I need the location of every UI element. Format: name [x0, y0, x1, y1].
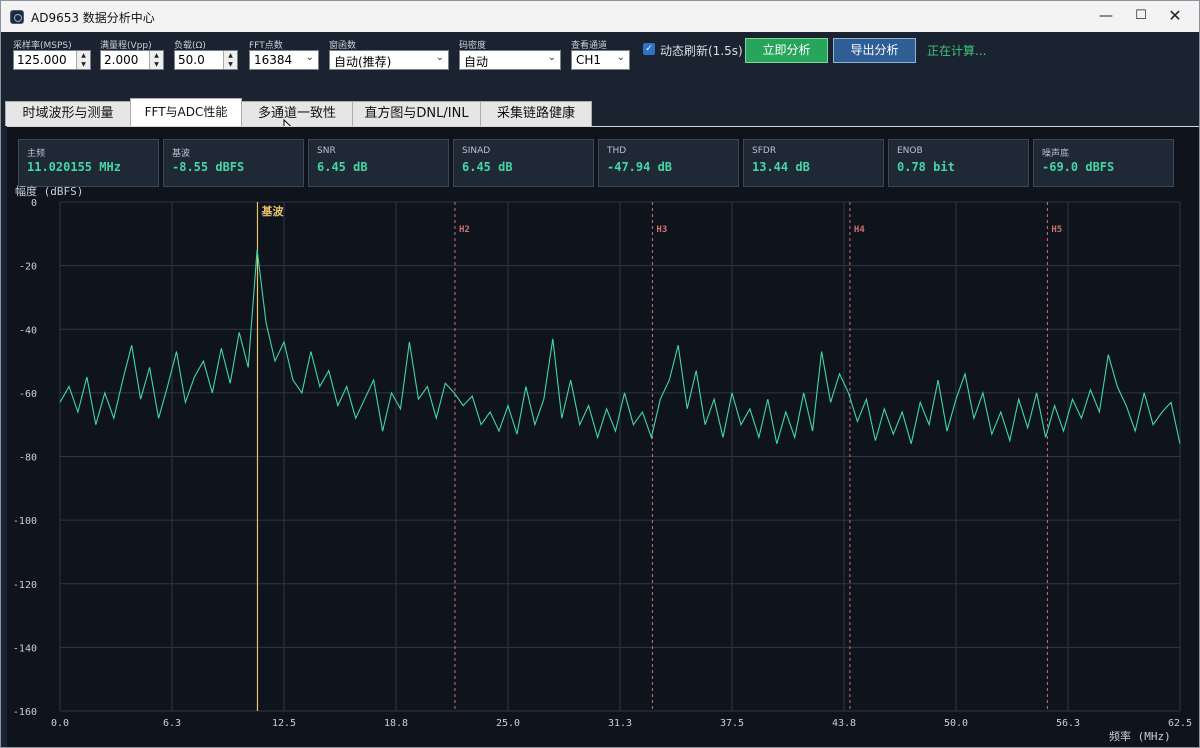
x-tick-label: 31.3 — [608, 718, 632, 729]
metric-card: 噪声底 -69.0 dBFS — [1033, 139, 1174, 187]
x-tick-label: 25.0 — [496, 718, 520, 729]
metric-card: THD -47.94 dB — [598, 139, 739, 187]
spectrum-chart: 0.0 6.3 12.5 18.8 25.0 31.3 37.5 43.8 50.0 56.3 62… — [7, 183, 1199, 747]
metric-card: ENOB 0.78 bit — [888, 139, 1029, 187]
harmonic-label: H5 — [1051, 225, 1062, 235]
metric-value: -47.94 dB — [607, 160, 673, 174]
spin-arrows-icon[interactable]: ▲ ▼ — [149, 51, 163, 69]
metric-label: SFDR — [752, 146, 777, 156]
y-tick-label: -20 — [19, 262, 37, 273]
y-tick-label: -120 — [13, 580, 37, 591]
fft-points-value: 16384 — [254, 53, 293, 67]
x-tick-label: 6.3 — [163, 718, 181, 729]
y-tick-label: 0 — [31, 198, 37, 209]
tab-fft-adc[interactable]: FFT与ADC性能 — [130, 98, 242, 126]
metric-card: SNR 6.45 dB — [308, 139, 449, 187]
grid-layer — [59, 201, 1181, 712]
metric-label: THD — [607, 146, 627, 156]
chevron-down-icon: ⌄ — [616, 52, 625, 63]
window-fn-select[interactable]: 自动(推荐) ⌄ — [329, 50, 449, 70]
fundamental-label: 基波 — [260, 204, 284, 218]
chevron-down-icon: ⌄ — [435, 52, 444, 63]
metric-card: 基波 -8.55 dBFS — [163, 139, 304, 187]
metric-value: 0.78 bit — [897, 160, 955, 174]
code-density-select[interactable]: 自动 ⌄ — [459, 50, 561, 70]
status-text: 正在计算... — [927, 44, 987, 58]
analyze-now-button[interactable]: 立即分析 — [745, 38, 828, 63]
y-tick-label: -160 — [13, 707, 37, 718]
metric-card: SINAD 6.45 dB — [453, 139, 594, 187]
metric-card: SFDR 13.44 dB — [743, 139, 884, 187]
toolbar: 采样率(MSPS) 125.000 ▲ ▼ 满量程(Vpp) 2.000 ▲ ▼ 负… — [1, 32, 1199, 98]
metric-label: 基波 — [172, 149, 191, 159]
spin-arrows-icon[interactable]: ▲ ▼ — [76, 51, 90, 69]
y-tick-label: -40 — [19, 325, 37, 336]
metric-value: -8.55 dBFS — [172, 160, 245, 174]
spectrum-svg: 0.0 6.3 12.5 18.8 25.0 31.3 37.5 43.8 50.0 56.3 62… — [13, 184, 1192, 743]
load-spinbox[interactable]: 50.0 ▲ ▼ — [174, 50, 238, 70]
metric-value: 13.44 dB — [752, 160, 810, 174]
x-tick-label: 37.5 — [720, 718, 744, 729]
chevron-down-icon: ⌄ — [305, 52, 314, 63]
channel-value: CH1 — [576, 53, 602, 67]
metric-value: 6.45 dB — [462, 160, 513, 174]
metric-card: 主频 11.020155 MHz — [18, 139, 159, 187]
full-scale-spinbox[interactable]: 2.000 ▲ ▼ — [100, 50, 164, 70]
tab-bar: 时域波形与测量 FFT与ADC性能 多通道一致性 直方图与DNL/INL 采集链… — [1, 98, 1199, 126]
x-tick-label: 12.5 — [272, 718, 296, 729]
app-logo-icon — [10, 10, 24, 24]
window-title: AD9653 数据分析中心 — [31, 11, 155, 25]
x-tick-label: 50.0 — [944, 718, 968, 729]
x-tick-label: 18.8 — [384, 718, 408, 729]
sample-rate-value: 125.000 — [17, 53, 67, 67]
metric-label: SINAD — [462, 146, 491, 156]
x-tick-label: 0.0 — [51, 718, 69, 729]
tab-link-health[interactable]: 采集链路健康 — [480, 101, 592, 126]
tab-multichannel[interactable]: 多通道一致性 — [241, 101, 353, 126]
y-tick-label: -80 — [19, 453, 37, 464]
harmonic-label: H2 — [459, 225, 470, 235]
x-tick-label: 62.5 — [1168, 718, 1192, 729]
harmonic-label: H3 — [656, 225, 667, 235]
app-window: AD9653 数据分析中心 — ☐ ✕ 采样率(MSPS) 125.000 ▲ ▼… — [0, 0, 1200, 748]
y-axis-title: 幅度 (dBFS) — [15, 184, 83, 198]
close-button[interactable]: ✕ — [1152, 1, 1198, 32]
y-tick-label: -100 — [13, 516, 37, 527]
metric-label: ENOB — [897, 146, 923, 156]
tab-histogram-dnl-inl[interactable]: 直方图与DNL/INL — [352, 101, 481, 126]
harmonic-label: H4 — [854, 225, 865, 235]
y-tick-label: -60 — [19, 389, 37, 400]
metric-label: 主频 — [27, 149, 46, 159]
export-analysis-button[interactable]: 导出分析 — [833, 38, 916, 63]
load-value: 50.0 — [178, 53, 205, 67]
x-axis-title: 频率 (MHz) — [1109, 729, 1171, 743]
x-tick-label: 56.3 — [1056, 718, 1080, 729]
title-bar: AD9653 数据分析中心 — ☐ ✕ — [1, 1, 1199, 32]
metric-label: 噪声底 — [1042, 149, 1070, 159]
channel-select[interactable]: CH1 ⌄ — [571, 50, 630, 70]
sample-rate-spinbox[interactable]: 125.000 ▲ ▼ — [13, 50, 91, 70]
tab-time-domain[interactable]: 时域波形与测量 — [5, 101, 131, 126]
code-density-value: 自动 — [464, 55, 489, 69]
auto-refresh-label[interactable]: 动态刷新(1.5s) — [660, 42, 743, 59]
metric-label: SNR — [317, 146, 336, 156]
window-fn-value: 自动(推荐) — [334, 55, 392, 69]
metric-value: -69.0 dBFS — [1042, 160, 1115, 174]
y-tick-label: -140 — [13, 643, 37, 654]
auto-refresh-checkbox[interactable]: ✓ — [643, 43, 655, 55]
metric-value: 11.020155 MHz — [27, 160, 121, 174]
full-scale-value: 2.000 — [104, 53, 139, 67]
spin-arrows-icon[interactable]: ▲ ▼ — [223, 51, 237, 69]
x-tick-label: 43.8 — [832, 718, 856, 729]
metric-value: 6.45 dB — [317, 160, 368, 174]
fft-points-select[interactable]: 16384 ⌄ — [249, 50, 319, 70]
chevron-down-icon: ⌄ — [547, 52, 556, 63]
